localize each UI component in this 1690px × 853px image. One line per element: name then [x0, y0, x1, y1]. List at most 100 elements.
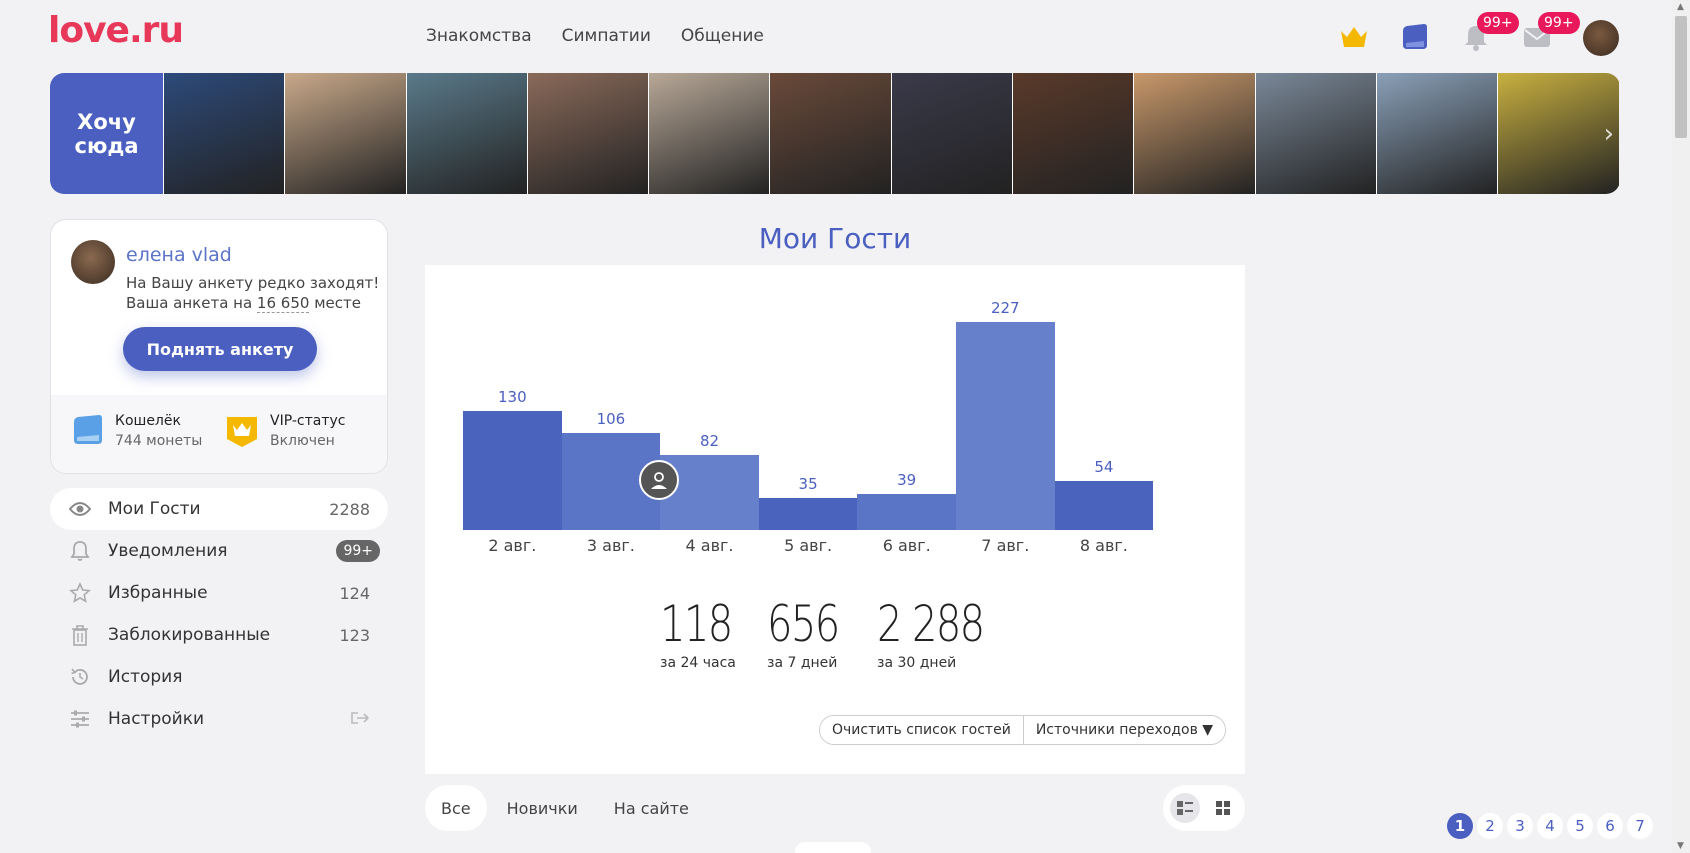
photo-strip: Хочу сюда › [50, 73, 1620, 194]
strip-photo[interactable] [890, 73, 1013, 194]
page-2[interactable]: 2 [1477, 813, 1503, 839]
note-line-2: Ваша анкета на 16 650 месте [126, 293, 379, 313]
logout-icon[interactable] [350, 710, 370, 729]
tab-newcomers[interactable]: Новички [491, 785, 594, 831]
note-suffix: месте [309, 294, 361, 312]
strip-photo[interactable] [769, 73, 891, 194]
strip-photos [163, 73, 1619, 194]
scrollbar[interactable]: ▲ ▼ [1672, 0, 1690, 853]
user-avatar[interactable] [1583, 20, 1619, 56]
bar-value-label: 130 [497, 387, 527, 406]
tab-online[interactable]: На сайте [598, 785, 705, 831]
bar-value-label: 82 [699, 431, 720, 450]
nav-likes[interactable]: Симпатии [562, 26, 651, 46]
page-6[interactable]: 6 [1597, 813, 1623, 839]
trash-icon [68, 623, 92, 647]
clear-guests-button[interactable]: Очистить список гостей [820, 716, 1023, 744]
strip-photo[interactable] [526, 73, 649, 194]
page-4[interactable]: 4 [1537, 813, 1563, 839]
guests-panel: 130 2 авг. 106 3 авг. 82 4 авг. 35 5 авг. 39 6 ав… [425, 265, 1245, 774]
mail-icon[interactable]: 99+ [1520, 12, 1580, 54]
vip-crown-icon [224, 413, 260, 453]
rank-value[interactable]: 16 650 [256, 294, 310, 313]
scroll-down-icon[interactable]: ▼ [1677, 841, 1684, 851]
stat-7d: 656 за 7 дней [767, 595, 856, 671]
wallet-link[interactable]: Кошелёк 744 монеты [71, 413, 202, 451]
eye-icon [68, 497, 92, 521]
strip-photo[interactable] [1497, 73, 1619, 194]
bar-value-label: 227 [990, 299, 1020, 317]
stat-30d: 2 288 за 30 дней [877, 595, 1010, 671]
strip-photo[interactable] [1254, 73, 1376, 194]
chart-bar[interactable] [660, 454, 759, 530]
chart-bar[interactable] [857, 494, 956, 530]
strip-photo[interactable] [163, 73, 285, 194]
bar-value-label: 39 [897, 471, 917, 490]
bell-icon[interactable]: 99+ [1459, 12, 1519, 54]
grid-view-icon[interactable] [1208, 793, 1238, 823]
guest-avatar[interactable] [639, 460, 679, 500]
chart-bar[interactable] [1054, 480, 1154, 530]
page-title: Мои Гости [758, 222, 912, 255]
strip-photo[interactable] [648, 73, 770, 194]
nav-dating[interactable]: Знакомства [426, 26, 532, 46]
raise-profile-button[interactable]: Поднять анкету [123, 327, 317, 371]
notifications-badge: 99+ [1477, 12, 1519, 34]
tab-all[interactable]: Все [425, 785, 487, 831]
list-view-icon[interactable] [1170, 793, 1200, 823]
strip-photo[interactable] [1375, 73, 1498, 194]
nav-chat[interactable]: Общение [681, 26, 764, 46]
scroll-up-icon[interactable]: ▲ [1677, 2, 1684, 12]
menu-count-badge: 99+ [336, 540, 380, 562]
menu-count: 124 [339, 583, 370, 603]
profile-name[interactable]: елена vlad [126, 244, 232, 266]
scrollbar-thumb[interactable] [1675, 16, 1687, 138]
page-5[interactable]: 5 [1567, 813, 1593, 839]
menu-item-settings[interactable]: Настройки [50, 698, 388, 740]
profile-card: елена vlad На Вашу анкету редко заходят!… [50, 219, 388, 474]
top-nav: Знакомства Симпатии Общение [426, 26, 764, 46]
vip-link[interactable]: VIP-статус Включен [224, 413, 345, 453]
menu-item-history[interactable]: История [50, 656, 388, 698]
chart-bar[interactable] [463, 410, 562, 530]
chart-bar[interactable] [956, 322, 1055, 530]
guests-chart: 130 2 авг. 106 3 авг. 82 4 авг. 35 5 авг. 39 6 ав… [463, 265, 1207, 585]
chart-bar[interactable] [758, 497, 858, 530]
stat-label: за 30 дней [877, 655, 957, 671]
want-here-button[interactable]: Хочу сюда [50, 73, 163, 194]
view-toggle [1163, 785, 1245, 831]
chevron-right-icon[interactable]: › [1604, 119, 1614, 149]
star-icon [68, 581, 92, 605]
strip-photo[interactable] [1012, 73, 1134, 194]
strip-photo[interactable] [405, 73, 527, 194]
profile-avatar[interactable] [71, 240, 115, 284]
x-tick-label: 5 авг. [784, 536, 833, 555]
scroll-tab[interactable] [795, 842, 871, 853]
menu-item-notifications[interactable]: Уведомления 99+ [50, 530, 388, 572]
menu-count: 2288 [329, 499, 370, 519]
page-3[interactable]: 3 [1507, 813, 1533, 839]
strip-photo[interactable] [284, 73, 406, 194]
bar-value-label: 54 [1094, 457, 1114, 476]
menu-item-blocked[interactable]: Заблокированные 123 [50, 614, 388, 656]
panel-actions: Очистить список гостей Источники переход… [819, 715, 1227, 745]
menu-item-favorites[interactable]: Избранные 124 [50, 572, 388, 614]
menu-item-guests[interactable]: Мои Гости 2288 [50, 488, 388, 530]
page-1[interactable]: 1 [1447, 813, 1473, 839]
menu-label: Заблокированные [108, 625, 271, 645]
crown-icon[interactable] [1337, 20, 1371, 54]
traffic-sources-dropdown[interactable]: Источники переходов ▼ [1022, 716, 1226, 744]
note-prefix: Ваша анкета на [126, 294, 257, 312]
stat-24h: 118 за 24 часа [660, 595, 749, 671]
logo[interactable]: love.ru [48, 10, 184, 51]
page-7[interactable]: 7 [1627, 813, 1653, 839]
filter-tabs: Все Новички На сайте [425, 785, 705, 831]
history-icon [68, 665, 92, 689]
strip-photo[interactable] [1133, 73, 1255, 194]
card-footer: Кошелёк 744 монеты VIP-статус Включен [51, 395, 387, 473]
settings-icon [68, 707, 92, 731]
stat-value: 118 [660, 595, 733, 653]
menu-label: Избранные [108, 583, 208, 603]
stat-label: за 24 часа [660, 655, 736, 671]
wallet-icon[interactable] [1398, 20, 1432, 54]
